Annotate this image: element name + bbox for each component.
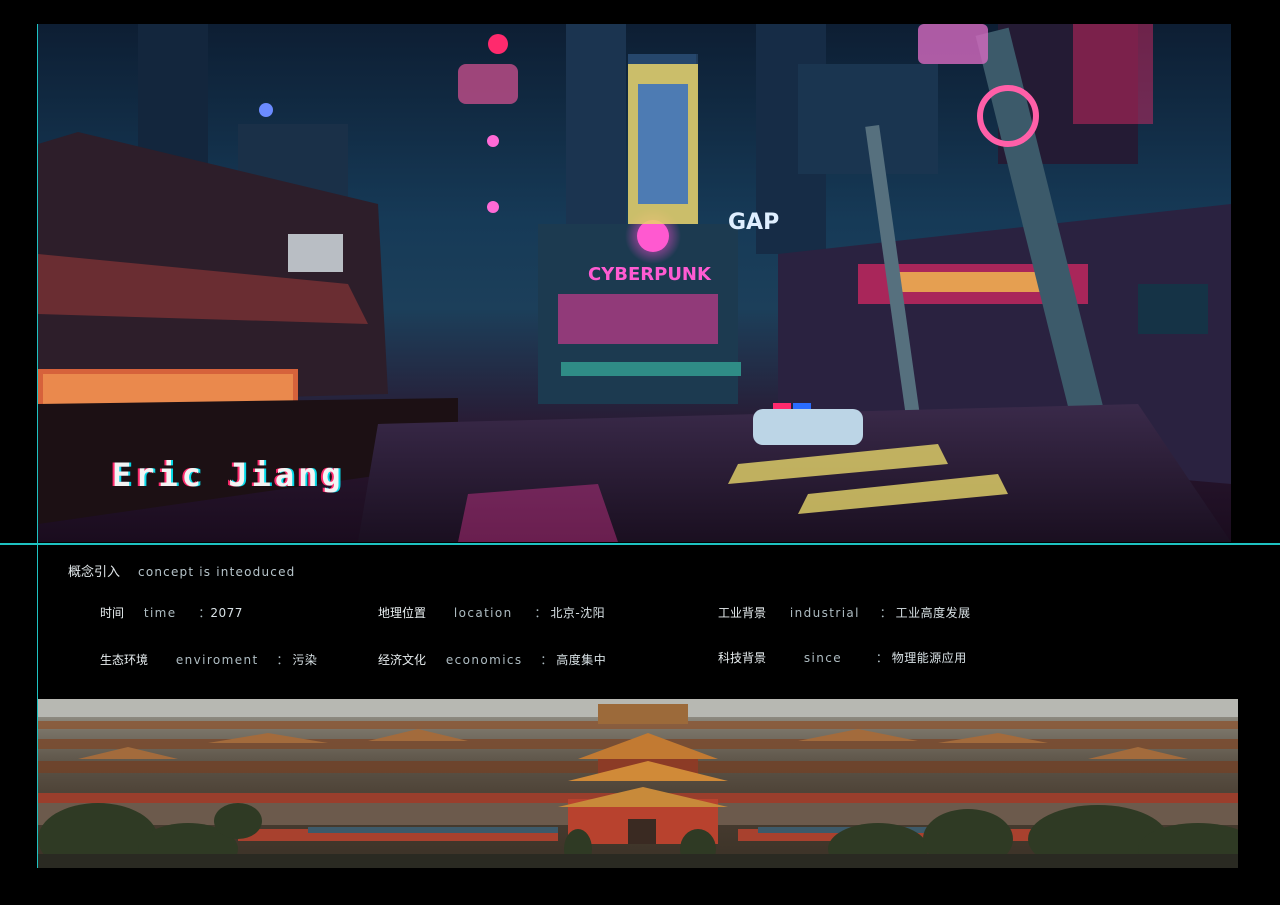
section-title-cn: 概念引入 <box>68 565 121 580</box>
horizontal-guide-line <box>0 543 1280 545</box>
panorama-illustration <box>38 699 1238 868</box>
field-location: 地理位置 location ： 北京-沈阳 <box>378 606 606 620</box>
field-environment: 生态环境 enviroment ： 污染 <box>100 653 318 667</box>
section-title-en: concept is inteoduced <box>138 565 296 579</box>
sign-cyberpunk: CYBERPUNK <box>588 264 712 285</box>
sign-gap: GAP <box>728 210 779 235</box>
field-industrial: 工业背景 industrial ： 工业高度发展 <box>718 606 971 620</box>
field-economics: 经济文化 economics ： 高度集中 <box>378 653 607 667</box>
field-science: 科技背景 since ： 物理能源应用 <box>718 651 967 665</box>
panorama-forbidden-city <box>38 699 1238 868</box>
hero-image-cyberpunk-street: CYBERPUNK GAP Eric Jiang <box>38 24 1231 542</box>
field-time: 时间 time ：2077 <box>100 606 243 620</box>
hero-title: Eric Jiang <box>112 456 345 494</box>
section-heading: 概念引入 concept is inteoduced <box>68 561 295 580</box>
